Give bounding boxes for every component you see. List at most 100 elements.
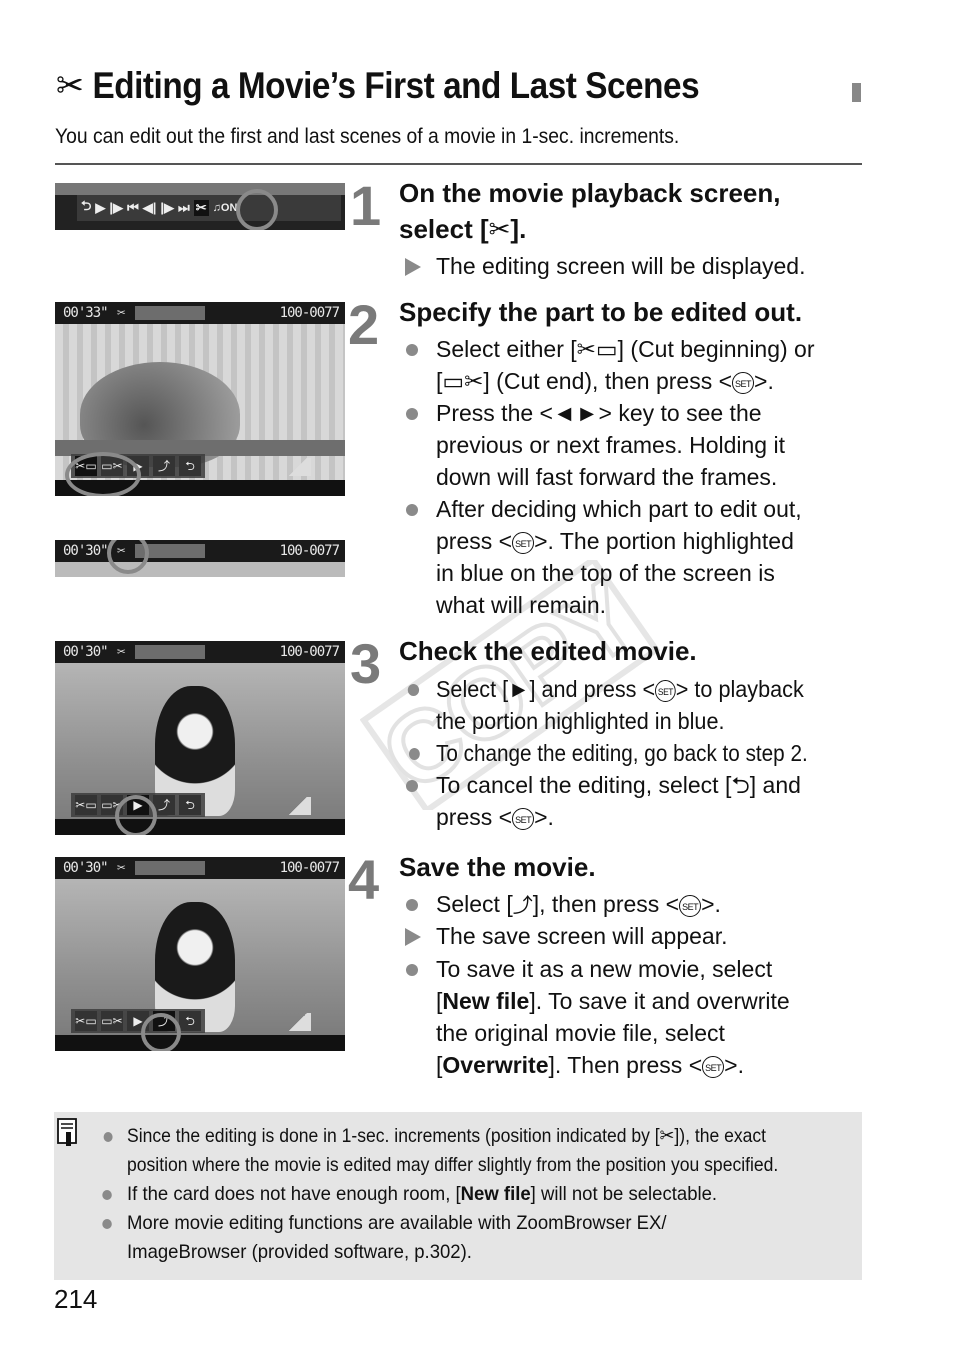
bullet-icon	[406, 964, 418, 976]
text: press <	[436, 804, 513, 830]
selection-ring	[115, 795, 157, 835]
result-text: The editing screen will be displayed.	[436, 253, 806, 279]
edit-range-bar	[135, 861, 205, 875]
text-line: To cancel the editing, select [⮌] and	[436, 772, 801, 798]
scissors-icon: ✂	[193, 200, 209, 216]
text-line: previous or next frames. Holding it	[436, 432, 785, 458]
file-number: 100-0077	[279, 543, 340, 559]
text: >.	[754, 368, 774, 394]
text-line: press < SET >. The portion highlighted	[436, 525, 802, 557]
edit-range-bar	[135, 645, 205, 659]
text-line: After deciding which part to edit out,	[436, 496, 802, 522]
text: ].	[510, 214, 527, 244]
overwrite-option: Overwrite	[442, 1052, 549, 1078]
text-line: To save it as a new movie, select	[436, 956, 773, 982]
text-line: down will fast forward the frames.	[436, 464, 778, 490]
step-number: 3	[350, 632, 382, 695]
step-heading-line: select [✂].	[399, 211, 781, 247]
scissors-icon: ✂	[56, 65, 84, 106]
edit-screen-dog-save: 00'30" ✂ 100-0077 ✂▭ ▭✂ ▶ ⤴ ⮌	[55, 857, 345, 1051]
text: Select [	[436, 891, 513, 917]
text-line: position where the movie is edited may d…	[127, 1154, 779, 1176]
cut-beginning-icon: ✂▭	[75, 795, 97, 815]
page-title-text: Editing a Movie’s First and Last Scenes	[92, 65, 700, 106]
text-line: Press the <◄►> key to see the	[436, 400, 762, 426]
text: If the card does not have enough room, [	[127, 1183, 461, 1205]
playback-bar-screen: ⮌ ▶ |▶ ⏮ ◀| |▶ ⏭ ✂ ♫ON	[55, 183, 345, 230]
edit-screen-strip: 00'30" ✂ 100-0077	[55, 540, 345, 577]
text-line: [▭✂] (Cut end), then press < SET >.	[436, 365, 815, 397]
text: >.	[534, 804, 554, 830]
new-file-option: New file	[442, 988, 530, 1014]
bullet-item: Select either [✂▭] (Cut beginning) or [▭…	[406, 333, 815, 397]
play-icon: ▶	[95, 200, 106, 215]
text-line: in blue on the top of the screen is	[436, 560, 775, 586]
page-number: 214	[54, 1284, 98, 1314]
return-icon: ⮌	[179, 456, 201, 476]
text-line: If the card does not have enough room, […	[127, 1180, 717, 1209]
edit-range-bar	[135, 306, 205, 320]
bullet-icon	[406, 344, 418, 356]
set-button-icon: SET	[512, 532, 535, 554]
text: ], then press <	[532, 891, 680, 917]
cut-beginning-icon: ✂▭	[75, 1011, 97, 1031]
first-frame-icon: ⏮	[127, 200, 139, 215]
note-item: Since the editing is done in 1-sec. incr…	[103, 1122, 779, 1180]
text-line: the original movie file, select	[436, 1020, 725, 1046]
bullet-icon	[409, 748, 420, 760]
edit-screen-dog-play: 00'30" ✂ 100-0077 ✂▭ ▭✂ ▶ ⤴ ⮌	[55, 641, 345, 835]
bullet-item: To cancel the editing, select [⮌] and pr…	[406, 769, 801, 833]
notes-box: Since the editing is done in 1-sec. incr…	[54, 1112, 862, 1280]
return-icon: ⮌	[81, 198, 92, 213]
bullet-item: To change the editing, go back to step 2…	[409, 737, 808, 769]
text: press <	[436, 528, 513, 554]
bottom-bar	[55, 1035, 345, 1051]
text: ]. Then press <	[548, 1052, 703, 1078]
step-heading: Specify the part to be edited out.	[399, 297, 803, 327]
bullet-item: Select [►] and press < SET > to playback t…	[407, 673, 804, 737]
selection-ring	[236, 189, 278, 230]
bullet-icon	[406, 780, 418, 792]
text-line: [Overwrite]. Then press < SET >.	[436, 1049, 790, 1081]
edit-screen-flowers: 00'33" ✂ 100-0077 ✂▭ ▭✂ ▶ ⤴ ⮌	[55, 302, 345, 496]
scissors-icon: ✂	[117, 860, 126, 876]
bullet-icon	[407, 684, 420, 696]
bullet-icon	[406, 899, 418, 911]
text: ]), the exact	[674, 1125, 767, 1147]
text: >.	[724, 1052, 744, 1078]
text: > to playback	[675, 676, 804, 702]
bullet-icon	[102, 1190, 112, 1200]
prev-frame-icon: ◀|	[142, 200, 157, 215]
bullet-icon	[406, 504, 418, 516]
result-text: The save screen will appear.	[436, 923, 728, 949]
text-line: More movie editing functions are availab…	[127, 1212, 667, 1234]
text: select [	[399, 214, 489, 244]
volume-icon	[285, 797, 311, 815]
step-number: 1	[350, 174, 382, 237]
text-line: ImageBrowser (provided software, p.302).	[127, 1241, 472, 1263]
step-heading: On the movie playback screen, select [✂]…	[399, 175, 781, 247]
set-button-icon: SET	[512, 808, 535, 830]
set-button-icon: SET	[655, 680, 676, 702]
bullet-icon	[103, 1132, 113, 1142]
text: ] will not be selectable.	[530, 1183, 718, 1205]
bullet-icon	[102, 1219, 112, 1229]
text-line: the portion highlighted in blue.	[436, 708, 725, 734]
text-line: Select [⤴], then press < SET >.	[436, 888, 721, 922]
save-icon: ⤴	[153, 456, 175, 476]
last-frame-icon: ⏭	[178, 200, 190, 215]
bullet-item: Select [⤴], then press < SET >.	[406, 888, 721, 922]
return-icon: ⮌	[179, 1011, 201, 1031]
note-item: More movie editing functions are availab…	[102, 1209, 667, 1267]
bgm-on-icon: ♫ON	[212, 202, 238, 214]
text-line: [New file]. To save it and overwrite	[436, 985, 790, 1017]
time-readout: 00'30"	[63, 644, 109, 660]
text-line: To change the editing, go back to step 2…	[436, 740, 808, 766]
file-number: 100-0077	[279, 860, 340, 876]
step-heading: Save the movie.	[399, 852, 596, 882]
bullet-item: Press the <◄►> key to see the previous o…	[406, 397, 785, 493]
edit-controls: ✂▭ ▭✂ ▶ ⤴ ⮌	[71, 1009, 205, 1033]
page-title: ✂ Editing a Movie’s First and Last Scenes	[56, 64, 700, 107]
divider	[55, 163, 862, 165]
time-readout: 00'30"	[63, 543, 109, 559]
